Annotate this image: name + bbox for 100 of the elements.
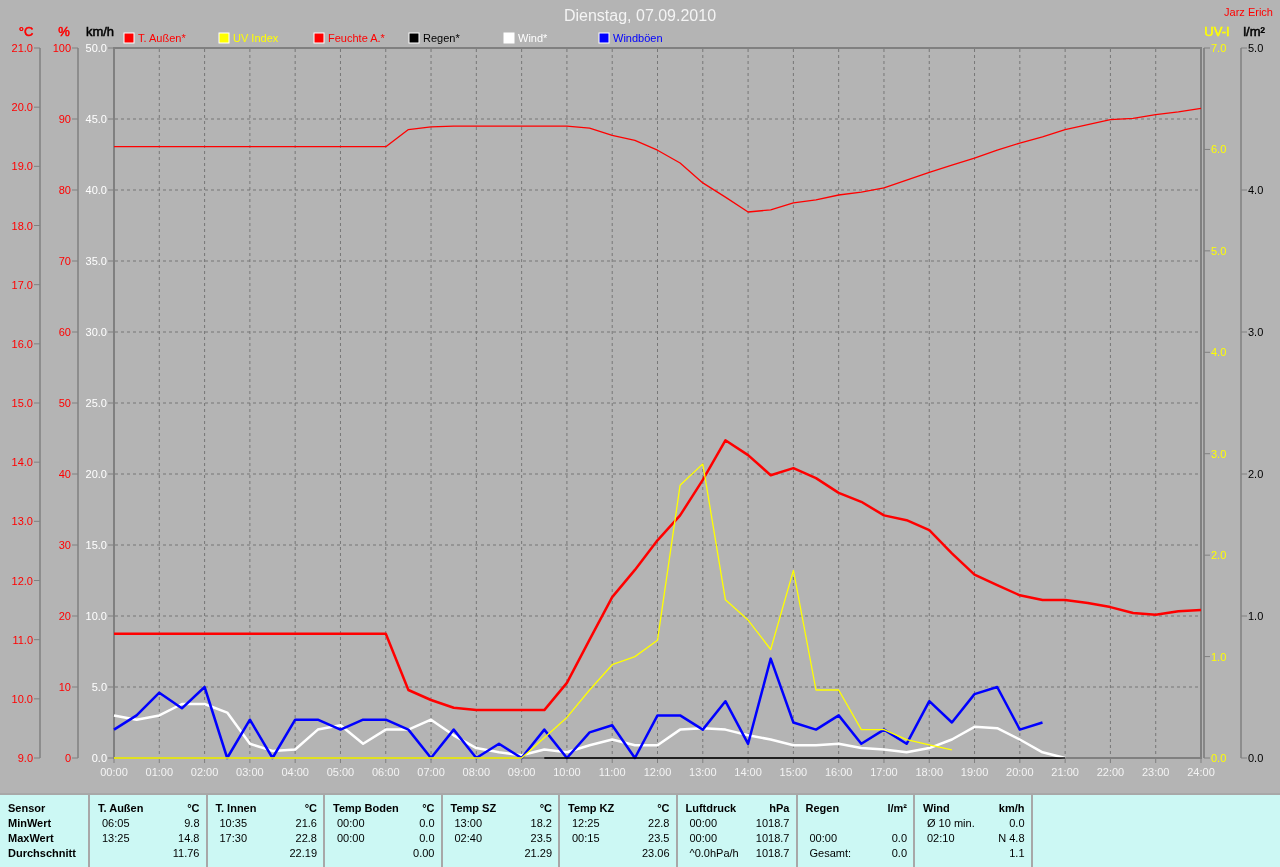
axis-tick-label: 24:00 — [1187, 766, 1215, 778]
axis-tick-label: 80 — [58, 184, 71, 196]
axis-tick-label: 21:00 — [1051, 766, 1079, 778]
axis-tick-label: 0.0 — [91, 752, 107, 764]
axis-tick-label: 19.0 — [11, 160, 33, 173]
table-cell: 0.0 — [891, 831, 907, 844]
table-cell: 18.2 — [530, 816, 552, 829]
axis-tick-label: 14.0 — [11, 456, 33, 469]
table-cell: 0.0 — [419, 816, 435, 829]
axis-tick-label: 50 — [58, 397, 71, 409]
axis-tick-label: 30.0 — [85, 326, 107, 338]
axis-tick-label: 2.0 — [1211, 549, 1227, 562]
axis-tick-label: 19:00 — [960, 766, 989, 778]
axis-tick-label: 50.0 — [85, 42, 107, 54]
axis-tick-label: 1.0 — [1211, 650, 1227, 663]
table-cell-text: 00:00 — [688, 831, 718, 844]
table-cell-text: Ø 10 min. — [926, 816, 975, 829]
axis-tick-label: 15:00 — [779, 766, 808, 778]
axis-tick-label: 13:00 — [689, 766, 717, 778]
table-cell: 1.1 — [1009, 846, 1025, 859]
table-cell-text: 10:35 — [218, 816, 248, 829]
table-header-cell: Temp SZ — [450, 801, 497, 814]
axis-tick-label: 08:00 — [462, 766, 491, 778]
table-header-cell: Regen — [805, 801, 840, 814]
table-cell: 1018.7 — [755, 831, 790, 844]
axis-tick-label: 01:00 — [145, 766, 174, 778]
axis-tick-label: 12.0 — [11, 574, 33, 587]
table-cell: 0.0 — [419, 831, 435, 844]
table-cell-text: ^0.0hPa/h — [688, 846, 739, 859]
axis-tick-label: 3.0 — [1248, 326, 1264, 338]
axis-tick-label: 03:00 — [236, 766, 264, 778]
axis-tick-label: 14:00 — [734, 766, 762, 778]
axis-tick-label: 18:00 — [915, 766, 943, 778]
unit-label: °C — [187, 801, 200, 814]
table-cell: 22.8 — [648, 816, 670, 829]
axis-tick-label: 60 — [58, 326, 71, 338]
axis-tick-label: 90 — [58, 113, 71, 125]
legend-label: Windböen — [613, 32, 663, 44]
table-cell: 0.0 — [891, 846, 907, 859]
table-cell: 22.19 — [289, 846, 317, 859]
axis-tick-label: 0.0 — [1211, 752, 1227, 764]
axis-unit: km/h — [85, 24, 115, 39]
table-header-cell: Temp KZ — [568, 801, 615, 814]
axis-tick-label: 20 — [58, 610, 71, 622]
table-header-cell: Wind — [923, 801, 950, 814]
axis-tick-label: 17.0 — [11, 278, 33, 291]
axis-tick-label: 40 — [58, 468, 71, 480]
table-cell-text: 00:15 — [571, 831, 600, 844]
row-label: MaxWert — [8, 831, 54, 844]
unit-label: °C — [539, 801, 552, 814]
axis-tick-label: 10 — [58, 681, 71, 693]
table-cell: 21.29 — [524, 846, 552, 859]
table-cell-text: Gesamt: — [808, 846, 852, 859]
axis-tick-label: 12:00 — [643, 766, 672, 778]
table-cell-text: 00:00 — [808, 831, 838, 844]
table-cell: 21.6 — [295, 816, 317, 829]
axis-tick-label: 11.0 — [12, 633, 33, 646]
legend-label: T. Außen* — [138, 32, 186, 44]
unit-label: hPa — [769, 801, 790, 814]
table-cell: 23.5 — [530, 831, 552, 844]
unit-label: km/h — [998, 801, 1025, 814]
axis-tick-label: 10:00 — [553, 766, 581, 778]
axis-tick-label: 40.0 — [85, 184, 107, 196]
axis-tick-label: 23:00 — [1141, 766, 1170, 778]
table-cell-text: 02:10 — [926, 831, 955, 844]
table-cell-text: 12:25 — [571, 816, 600, 829]
table-cell-text: 13:25 — [101, 831, 130, 844]
row-label: MinWert — [8, 816, 52, 829]
table-header-cell: T. Außen — [98, 801, 144, 814]
axis-tick-label: 17:00 — [870, 766, 898, 778]
legend-label: Wind* — [518, 32, 548, 44]
table-header-cell: Sensor — [8, 801, 46, 814]
axis-tick-label: 16:00 — [824, 766, 853, 778]
axis-tick-label: 5.0 — [1248, 42, 1264, 54]
legend-label: Feuchte A.* — [328, 32, 385, 44]
axis-tick-label: 11:00 — [598, 766, 626, 778]
axis-tick-label: 5.0 — [1211, 244, 1227, 257]
axis-tick-label: 4.0 — [1248, 184, 1264, 196]
table-header-cell: Temp Boden — [333, 801, 399, 814]
unit-label: °C — [422, 801, 435, 814]
unit-label: °C — [304, 801, 317, 814]
axis-tick-label: 13.0 — [11, 515, 33, 528]
table-cell-text: 17:30 — [218, 831, 248, 844]
owner-name: Jarz Erich — [1224, 6, 1273, 18]
table-cell: 22.8 — [295, 831, 317, 844]
row-label: Durchschnitt — [8, 846, 76, 859]
axis-tick-label: 0.0 — [1248, 752, 1264, 764]
table-cell-text: 00:00 — [336, 816, 365, 829]
table-cell: 1018.7 — [755, 816, 790, 829]
legend-label: Regen* — [423, 32, 460, 44]
axis-unit: l/m² — [1243, 24, 1265, 39]
axis-tick-label: 20:00 — [1006, 766, 1034, 778]
axis-tick-label: 05:00 — [326, 766, 355, 778]
axis-tick-label: 30 — [58, 539, 71, 551]
table-header-cell: Luftdruck — [685, 801, 737, 814]
table-cell-text: 06:05 — [101, 816, 130, 829]
axis-tick-label: 1.0 — [1248, 610, 1264, 622]
table-cell-text: 13:00 — [453, 816, 483, 829]
axis-tick-label: 25.0 — [85, 397, 107, 409]
axis-tick-label: 6.0 — [1211, 143, 1227, 156]
